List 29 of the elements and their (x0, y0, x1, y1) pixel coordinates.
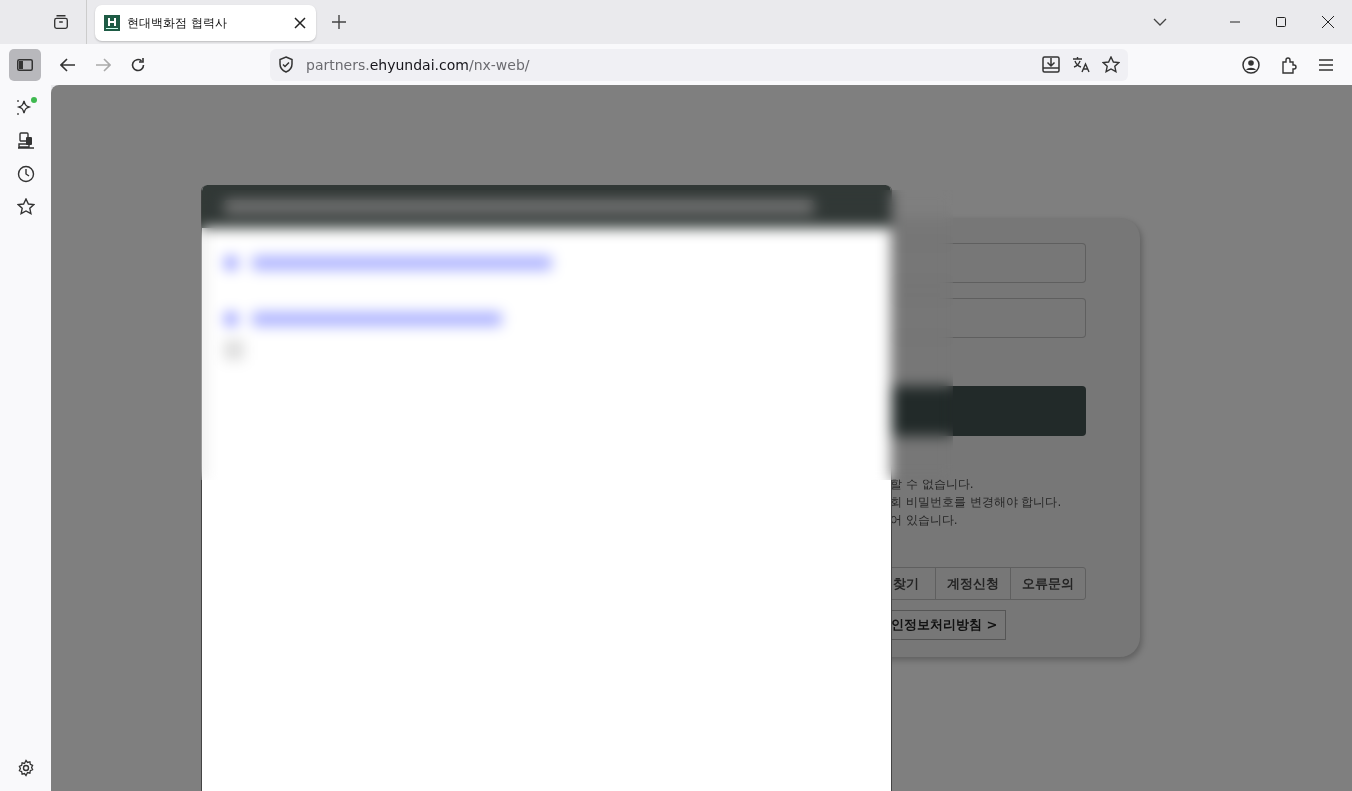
browser-tab[interactable]: 현대백화점 협력사 (95, 5, 316, 41)
close-icon[interactable] (1322, 16, 1334, 28)
reload-icon[interactable] (130, 56, 146, 73)
star-icon[interactable] (16, 198, 35, 216)
download-icon[interactable] (1042, 56, 1060, 73)
address-bar[interactable]: partners.ehyundai.com/nx-web/ (270, 48, 1128, 81)
translate-icon[interactable] (1072, 56, 1090, 73)
close-icon[interactable] (294, 17, 306, 29)
site-logo-icon (104, 15, 120, 31)
synced-devices-icon[interactable] (16, 132, 35, 150)
star-icon[interactable] (1102, 56, 1120, 73)
sidebar-icon (17, 58, 33, 71)
notice-text: 할 수 없습니다. (890, 476, 975, 493)
shield-icon[interactable] (278, 56, 294, 73)
settings-icon[interactable] (16, 759, 35, 777)
new-tab-icon[interactable] (332, 15, 346, 29)
menu-icon[interactable] (1318, 58, 1334, 71)
account-link[interactable]: 찾기 (890, 568, 935, 599)
login-button[interactable] (890, 386, 1086, 436)
sidebar-toggle-button[interactable] (9, 48, 41, 81)
maximize-icon[interactable] (1276, 17, 1286, 27)
chevron-down-icon[interactable] (1153, 18, 1167, 26)
account-link[interactable]: 계정신청 (935, 568, 1010, 599)
history-icon[interactable] (16, 165, 35, 183)
tab-list-icon[interactable] (52, 13, 70, 31)
back-icon[interactable] (60, 57, 76, 72)
extensions-icon[interactable] (1280, 55, 1298, 74)
account-icon[interactable] (1242, 55, 1260, 74)
account-link[interactable]: 오류문의 (1010, 568, 1085, 599)
